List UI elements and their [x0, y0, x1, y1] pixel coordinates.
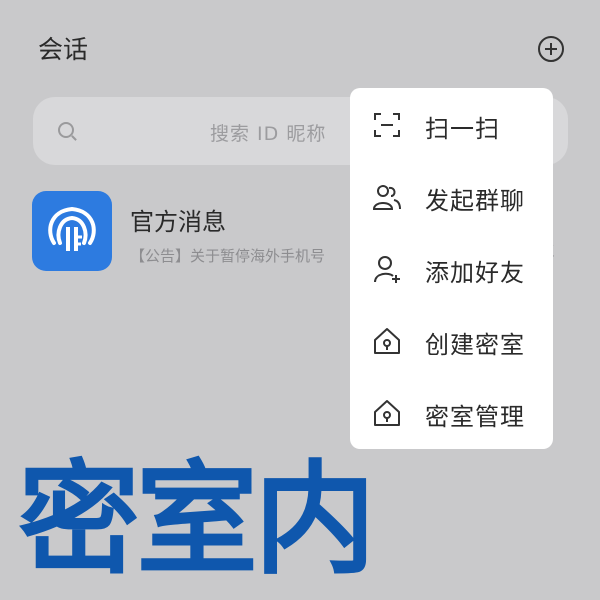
menu-item-manage-room[interactable]: 密室管理	[350, 376, 553, 448]
menu-item-group-chat[interactable]: 发起群聊	[350, 160, 553, 232]
official-messages-avatar	[32, 191, 112, 271]
menu-item-label: 发起群聊	[425, 187, 525, 215]
popup-menu: 扫一扫 发起群聊 添加好友 创建密室 密室管理	[350, 88, 553, 449]
menu-item-label: 扫一扫	[425, 115, 500, 143]
group-chat-icon	[372, 185, 401, 210]
menu-item-create-room[interactable]: 创建密室	[350, 304, 553, 376]
menu-item-add-friend[interactable]: 添加好友	[350, 232, 553, 304]
page-title: 会话	[38, 35, 89, 64]
chat-name[interactable]: 官方消息	[130, 202, 226, 237]
menu-item-label: 添加好友	[425, 259, 525, 287]
add-friend-icon	[374, 256, 400, 283]
house-lock-icon	[374, 328, 400, 354]
chat-preview: 【公告】关于暂停海外手机号	[130, 247, 326, 265]
house-lock-icon	[374, 400, 400, 426]
search-icon	[58, 122, 74, 138]
scan-icon	[374, 113, 400, 137]
menu-item-label: 创建密室	[425, 331, 525, 359]
menu-item-scan[interactable]: 扫一扫	[350, 88, 553, 160]
overlay-caption: 密室内	[18, 447, 376, 591]
key-logo-icon	[48, 206, 96, 251]
search-placeholder: 搜索 ID 昵称	[210, 123, 327, 145]
menu-item-label: 密室管理	[425, 403, 525, 431]
add-menu-button[interactable]	[538, 36, 564, 62]
